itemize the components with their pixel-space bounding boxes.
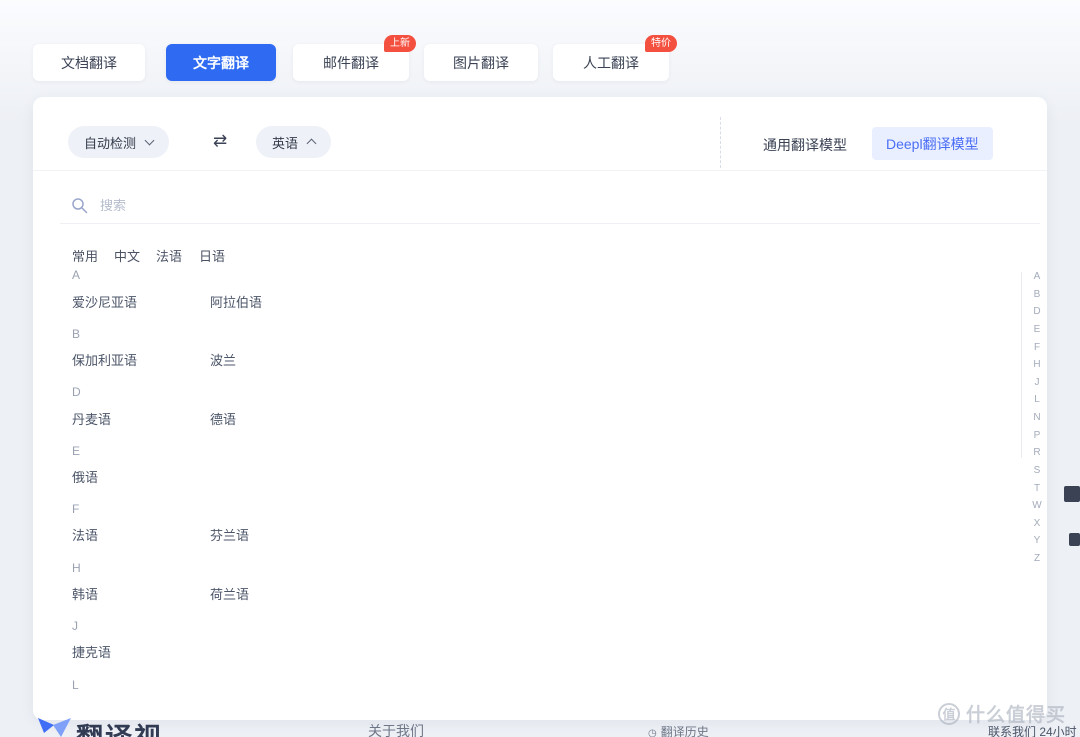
- section-letter: B: [72, 327, 80, 341]
- index-letter[interactable]: D: [1033, 307, 1040, 317]
- tab-label: 人工翻译: [583, 53, 639, 73]
- index-letter[interactable]: N: [1033, 413, 1040, 423]
- quick-tab-common[interactable]: 常用: [72, 246, 98, 265]
- dropdown-top-divider: [33, 170, 1047, 171]
- section-letter: F: [72, 502, 79, 516]
- language-option-czech[interactable]: 捷克语: [72, 642, 111, 661]
- language-option-arabic[interactable]: 阿拉伯语: [210, 292, 262, 311]
- footer-link-label: 翻译历史: [661, 725, 709, 737]
- index-divider: [1021, 272, 1022, 458]
- model-deepl-label: Deepl翻译模型: [886, 134, 979, 154]
- index-letter[interactable]: H: [1033, 360, 1040, 370]
- index-letter[interactable]: A: [1034, 272, 1041, 282]
- section-letter: H: [72, 561, 81, 575]
- index-letter[interactable]: S: [1034, 466, 1041, 476]
- section-letter: L: [72, 678, 79, 692]
- language-option-danish[interactable]: 丹麦语: [72, 409, 111, 428]
- chevron-up-icon: [307, 139, 317, 149]
- clipped-background-content: [1069, 533, 1080, 546]
- clipped-background-content: [1064, 486, 1080, 502]
- language-option-german[interactable]: 德语: [210, 409, 236, 428]
- new-badge: 上新: [384, 35, 416, 52]
- index-letter[interactable]: P: [1034, 431, 1041, 441]
- section-letter: E: [72, 444, 80, 458]
- language-option-russian[interactable]: 俄语: [72, 467, 98, 486]
- tab-document-translation[interactable]: 文档翻译: [33, 44, 145, 81]
- footer-link-about[interactable]: 关于我们: [368, 721, 424, 737]
- index-letter[interactable]: Z: [1034, 554, 1040, 564]
- language-option-polish[interactable]: 波兰: [210, 350, 236, 369]
- language-option-french[interactable]: 法语: [72, 525, 98, 544]
- smzdm-logo-icon: 值: [938, 703, 960, 725]
- quick-tab-japanese[interactable]: 日语: [199, 246, 225, 265]
- alphabet-index: A B D E F H J L N P R S T W X Y Z: [1028, 272, 1046, 564]
- target-language-select[interactable]: 英语: [256, 126, 331, 158]
- search-icon: [71, 197, 88, 214]
- model-general-button[interactable]: 通用翻译模型: [763, 135, 847, 155]
- language-option-finnish[interactable]: 芬兰语: [210, 525, 249, 544]
- brand-logo-icon: [37, 715, 73, 737]
- section-letter: J: [72, 619, 78, 633]
- index-letter[interactable]: T: [1034, 484, 1040, 494]
- index-letter[interactable]: X: [1034, 519, 1041, 529]
- quick-tab-chinese[interactable]: 中文: [114, 246, 140, 265]
- index-letter[interactable]: B: [1034, 290, 1041, 300]
- language-option-bulgarian[interactable]: 保加利亚语: [72, 350, 137, 369]
- index-letter[interactable]: E: [1034, 325, 1041, 335]
- footer-contact-text: 联系我们 24小时: [988, 723, 1077, 737]
- swap-languages-icon[interactable]: ⇄: [213, 131, 227, 151]
- toolbar-divider: [720, 117, 721, 168]
- tab-label: 文字翻译: [193, 53, 249, 73]
- index-letter[interactable]: J: [1035, 378, 1040, 388]
- index-letter[interactable]: R: [1033, 448, 1040, 458]
- brand-name: 翻译视: [76, 716, 163, 737]
- index-letter[interactable]: Y: [1034, 536, 1041, 546]
- footer-link-history[interactable]: ◷ 翻译历史: [648, 723, 709, 737]
- tab-text-translation[interactable]: 文字翻译: [166, 44, 276, 81]
- tab-label: 文档翻译: [61, 53, 117, 73]
- quick-tab-french[interactable]: 法语: [156, 246, 182, 265]
- tab-image-translation[interactable]: 图片翻译: [424, 44, 538, 81]
- tab-label: 邮件翻译: [323, 53, 379, 73]
- target-language-label: 英语: [272, 133, 298, 152]
- index-letter[interactable]: L: [1034, 395, 1040, 405]
- search-divider: [60, 223, 1040, 224]
- source-language-select[interactable]: 自动检测: [68, 126, 169, 158]
- special-price-badge: 特价: [645, 35, 677, 52]
- index-letter[interactable]: F: [1034, 343, 1040, 353]
- tab-label: 图片翻译: [453, 53, 509, 73]
- chevron-down-icon: [145, 136, 155, 146]
- language-option-korean[interactable]: 韩语: [72, 584, 98, 603]
- language-option-dutch[interactable]: 荷兰语: [210, 584, 249, 603]
- translator-card: [33, 97, 1047, 720]
- index-letter[interactable]: W: [1032, 501, 1041, 511]
- source-language-label: 自动检测: [84, 133, 136, 152]
- model-deepl-button[interactable]: Deepl翻译模型: [872, 127, 993, 160]
- clock-icon: ◷: [648, 728, 657, 737]
- section-letter: A: [72, 268, 80, 282]
- language-search-input[interactable]: [100, 195, 420, 215]
- language-option-estonian[interactable]: 爱沙尼亚语: [72, 292, 137, 311]
- section-letter: D: [72, 385, 81, 399]
